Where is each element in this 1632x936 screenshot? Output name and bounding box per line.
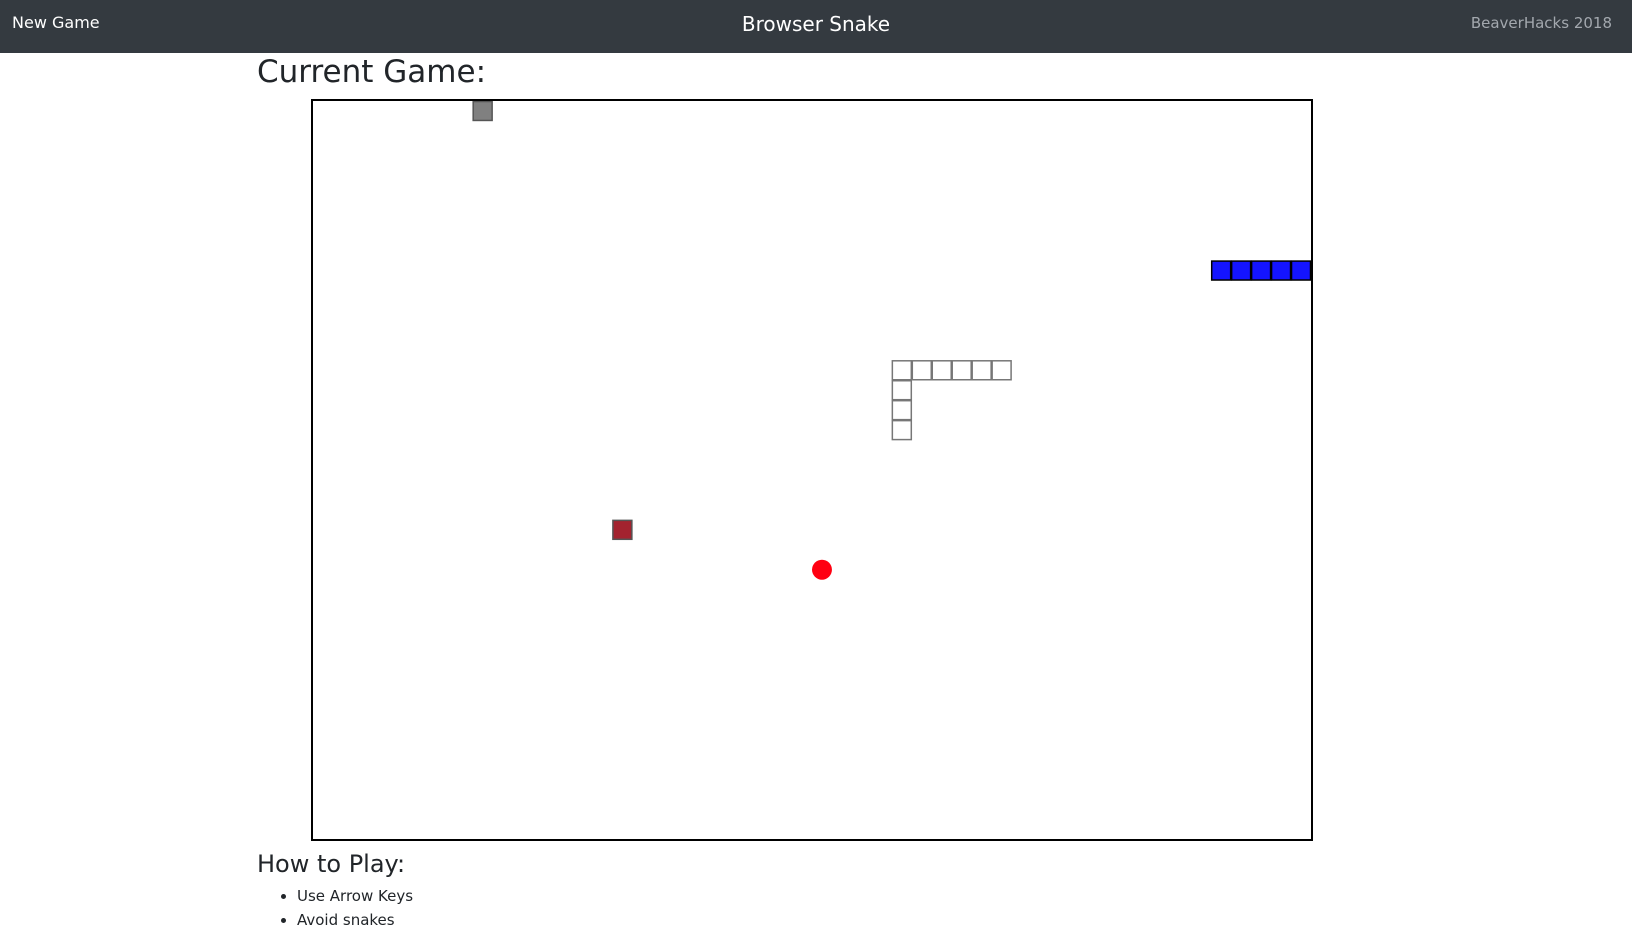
enemy-snake-segment: [971, 360, 992, 381]
red-block: [612, 519, 633, 541]
current-game-heading: Current Game:: [257, 54, 487, 90]
player-snake-segment: [1250, 260, 1272, 281]
enemy-snake-segment: [931, 360, 952, 381]
food-dot: [812, 559, 832, 580]
how-to-play-heading: How to Play:: [257, 850, 406, 878]
game-board[interactable]: [311, 99, 1313, 841]
app-title: Browser Snake: [741, 12, 891, 36]
player-snake-segment: [1210, 260, 1232, 281]
enemy-snake-segment: [891, 379, 913, 401]
game-canvas[interactable]: [313, 101, 1311, 839]
enemy-snake-segment: [951, 360, 972, 381]
enemy-snake-segment: [891, 399, 913, 421]
player-snake-segment: [1270, 260, 1292, 281]
player-snake-segment: [1290, 260, 1311, 281]
enemy-snake-segment: [891, 419, 913, 441]
navbar: New Game Browser Snake BeaverHacks 2018: [0, 0, 1632, 53]
instruction-item: Use Arrow Keys: [297, 884, 413, 908]
enemy-snake-segment: [911, 360, 933, 381]
instructions-list: Use Arrow Keys Avoid snakes: [257, 884, 413, 932]
enemy-snake-segment: [891, 360, 913, 381]
player-snake-segment: [1230, 260, 1252, 281]
beaverhacks-link[interactable]: BeaverHacks 2018: [1471, 14, 1612, 32]
instruction-item: Avoid snakes: [297, 908, 413, 932]
enemy-snake-segment: [991, 360, 1012, 381]
gray-block: [472, 101, 493, 122]
